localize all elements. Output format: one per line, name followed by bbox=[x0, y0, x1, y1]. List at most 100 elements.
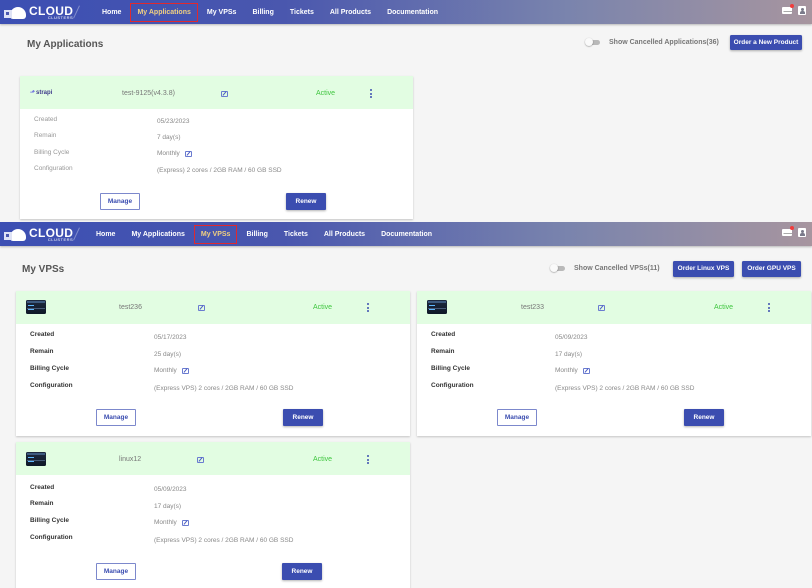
manage-button[interactable]: Manage bbox=[100, 193, 140, 210]
mail-icon[interactable] bbox=[782, 226, 794, 236]
edit-name-icon[interactable] bbox=[598, 305, 605, 311]
more-options-icon[interactable] bbox=[369, 89, 372, 98]
edit-name-icon[interactable] bbox=[221, 91, 228, 97]
edit-name-icon[interactable] bbox=[197, 457, 204, 463]
main-nav: Home My Applications My VPSs Billing Tic… bbox=[96, 0, 444, 24]
cloud-logo-icon bbox=[4, 226, 28, 242]
billing-cycle-value: Monthly bbox=[154, 519, 189, 526]
more-options-icon[interactable] bbox=[767, 303, 770, 312]
billing-cycle-label: Billing Cycle bbox=[431, 365, 471, 372]
page-title: My VPSs bbox=[22, 264, 65, 275]
nav-all-products[interactable]: All Products bbox=[318, 226, 371, 243]
configuration-value: (Express VPS) 2 cores / 2GB RAM / 60 GB … bbox=[555, 385, 694, 392]
configuration-value-text: (Express) 2 cores / 2GB RAM / 60 GB SSD bbox=[157, 167, 282, 174]
show-cancelled-toggle[interactable] bbox=[585, 38, 601, 46]
billing-cycle-value-text: Monthly bbox=[555, 367, 578, 374]
configuration-label: Configuration bbox=[30, 382, 73, 389]
logo-divider bbox=[73, 5, 80, 19]
user-account-icon[interactable] bbox=[798, 6, 806, 15]
order-gpu-vps-button[interactable]: Order GPU VPS bbox=[742, 261, 801, 277]
status-badge: Active bbox=[714, 304, 734, 311]
main-nav: Home My Applications My VPSs Billing Tic… bbox=[90, 222, 438, 246]
renew-button[interactable]: Renew bbox=[283, 409, 323, 426]
billing-cycle-value-text: Monthly bbox=[157, 150, 180, 157]
vps-server-icon bbox=[26, 300, 46, 314]
remain-value: 7 day(s) bbox=[157, 134, 180, 141]
strapi-mark-icon: ⬏ bbox=[30, 90, 36, 96]
created-value-text: 05/09/2023 bbox=[555, 334, 588, 341]
vps-server-icon bbox=[427, 300, 447, 314]
order-linux-vps-button[interactable]: Order Linux VPS bbox=[673, 261, 734, 277]
remain-value: 17 day(s) bbox=[555, 351, 582, 358]
configuration-value-text: (Express VPS) 2 cores / 2GB RAM / 60 GB … bbox=[555, 385, 695, 392]
created-label: Created bbox=[34, 116, 58, 123]
manage-button[interactable]: Manage bbox=[497, 409, 537, 426]
billing-cycle-value-text: Monthly bbox=[154, 367, 177, 374]
card-header: test236 Active bbox=[16, 291, 410, 324]
top-navbar: CLOUD CLUSTERS Home My Applications My V… bbox=[0, 0, 812, 24]
created-value-text: 05/17/2023 bbox=[154, 334, 187, 341]
nav-my-applications[interactable]: My Applications bbox=[130, 2, 198, 22]
status-badge: Active bbox=[313, 304, 333, 311]
nav-all-products[interactable]: All Products bbox=[324, 4, 377, 21]
billing-cycle-value: Monthly bbox=[154, 367, 189, 374]
vps-server-icon bbox=[26, 452, 46, 466]
created-value: 05/09/2023 bbox=[154, 486, 187, 493]
nav-billing[interactable]: Billing bbox=[246, 4, 279, 21]
edit-billing-cycle-icon[interactable] bbox=[184, 150, 192, 157]
created-label: Created bbox=[30, 331, 55, 338]
remain-label: Remain bbox=[34, 132, 57, 139]
vps-name: test236 bbox=[119, 304, 142, 311]
created-label: Created bbox=[30, 484, 55, 491]
nav-tickets[interactable]: Tickets bbox=[278, 226, 314, 243]
edit-name-icon[interactable] bbox=[198, 305, 205, 311]
edit-billing-cycle-icon[interactable] bbox=[181, 367, 189, 374]
billing-cycle-value-text: Monthly bbox=[154, 519, 177, 526]
top-navbar: CLOUD CLUSTERS Home My Applications My V… bbox=[0, 222, 812, 246]
created-value: 05/17/2023 bbox=[154, 334, 187, 341]
configuration-value: (Express) 2 cores / 2GB RAM / 60 GB SSD bbox=[157, 167, 282, 174]
nav-documentation[interactable]: Documentation bbox=[381, 4, 444, 21]
more-options-icon[interactable] bbox=[366, 303, 369, 312]
nav-home[interactable]: Home bbox=[96, 4, 127, 21]
nav-billing[interactable]: Billing bbox=[240, 226, 273, 243]
remain-value-text: 25 day(s) bbox=[154, 351, 182, 358]
renew-button[interactable]: Renew bbox=[684, 409, 724, 426]
vps-screen: CLOUD CLUSTERS Home My Applications My V… bbox=[0, 222, 812, 588]
card-header: ⬏strapi test-9125(v4.3.8) Active bbox=[20, 76, 413, 109]
cloud-clusters-logo[interactable]: CLOUD CLUSTERS bbox=[4, 224, 73, 244]
show-cancelled-toggle-group: Show Cancelled Applications(36) bbox=[585, 38, 719, 46]
configuration-label: Configuration bbox=[431, 382, 474, 389]
edit-billing-cycle-icon[interactable] bbox=[181, 519, 189, 526]
applications-screen: CLOUD CLUSTERS Home My Applications My V… bbox=[0, 0, 812, 222]
configuration-value-text: (Express VPS) 2 cores / 2GB RAM / 60 GB … bbox=[154, 385, 294, 392]
vps-card: linux12 Active Created 05/09/2023 Remain… bbox=[16, 442, 410, 588]
nav-my-vpss[interactable]: My VPSs bbox=[201, 4, 243, 21]
application-card: ⬏strapi test-9125(v4.3.8) Active Created… bbox=[20, 76, 413, 219]
created-value: 05/09/2023 bbox=[555, 334, 588, 341]
manage-button[interactable]: Manage bbox=[96, 409, 136, 426]
nav-my-applications[interactable]: My Applications bbox=[125, 226, 190, 243]
cloud-clusters-logo[interactable]: CLOUD CLUSTERS bbox=[4, 2, 73, 22]
user-account-icon[interactable] bbox=[798, 228, 806, 237]
remain-label: Remain bbox=[431, 348, 455, 355]
vps-name: linux12 bbox=[119, 456, 142, 463]
edit-billing-cycle-icon[interactable] bbox=[582, 367, 590, 374]
remain-value-text: 17 day(s) bbox=[555, 351, 583, 358]
order-new-product-button[interactable]: Order a New Product bbox=[730, 35, 802, 50]
remain-value-text: 17 day(s) bbox=[154, 503, 182, 510]
configuration-value: (Express VPS) 2 cores / 2GB RAM / 60 GB … bbox=[154, 537, 293, 544]
nav-home[interactable]: Home bbox=[90, 226, 121, 243]
nav-documentation[interactable]: Documentation bbox=[375, 226, 438, 243]
strapi-logo-text: strapi bbox=[36, 90, 53, 96]
billing-cycle-label: Billing Cycle bbox=[34, 149, 70, 156]
renew-button[interactable]: Renew bbox=[282, 563, 322, 580]
more-options-icon[interactable] bbox=[366, 455, 369, 464]
nav-tickets[interactable]: Tickets bbox=[284, 4, 320, 21]
mail-icon[interactable] bbox=[782, 4, 794, 14]
show-cancelled-toggle[interactable] bbox=[550, 264, 566, 272]
nav-my-vpss[interactable]: My VPSs bbox=[193, 224, 238, 244]
manage-button[interactable]: Manage bbox=[96, 563, 136, 580]
renew-button[interactable]: Renew bbox=[286, 193, 326, 210]
logo-divider bbox=[73, 227, 80, 241]
